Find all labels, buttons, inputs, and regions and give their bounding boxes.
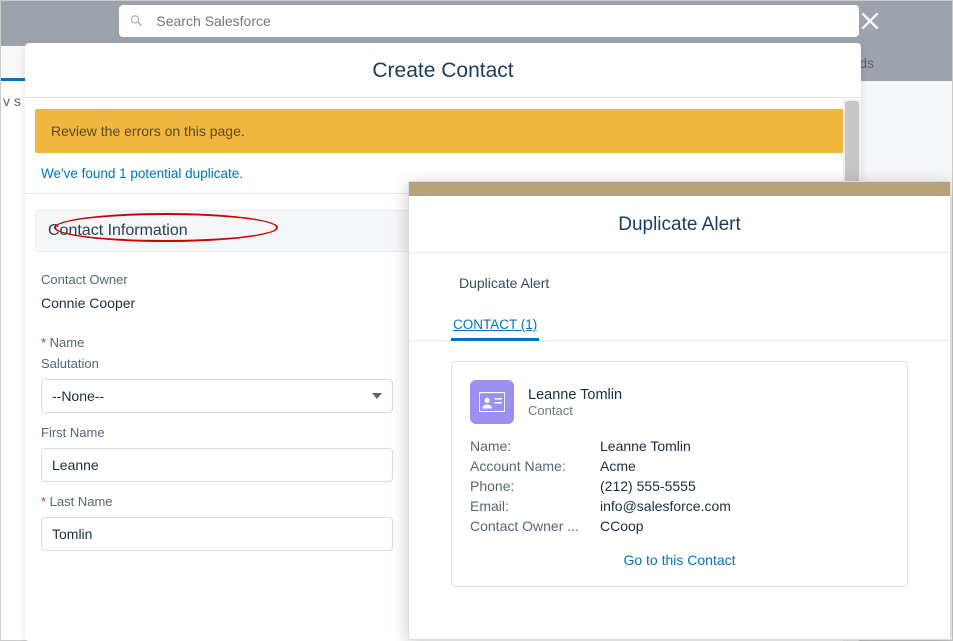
chevron-down-icon	[372, 391, 382, 401]
tab-fragment: ds	[859, 55, 874, 71]
left-fragment: v s	[1, 81, 25, 640]
tab-contact[interactable]: CONTACT (1)	[451, 311, 539, 341]
duplicate-card: Leanne Tomlin Contact Name:Leanne Tomlin…	[451, 361, 908, 587]
field-row: Contact Owner ...CCoop	[470, 518, 889, 534]
search-input[interactable]	[156, 13, 849, 29]
last-name-input[interactable]	[41, 517, 393, 551]
field-row: Account Name:Acme	[470, 458, 889, 474]
modal-title: Create Contact	[25, 43, 861, 97]
search-icon	[129, 13, 144, 29]
duplicate-alert-modal: Duplicate Alert Duplicate Alert CONTACT …	[408, 181, 951, 640]
alert-accent-bar	[409, 182, 950, 196]
card-name: Leanne Tomlin	[528, 387, 622, 403]
contact-icon	[470, 380, 514, 424]
first-name-input[interactable]	[41, 448, 393, 482]
card-object: Contact	[528, 403, 622, 418]
goto-contact-link[interactable]: Go to this Contact	[623, 552, 735, 568]
error-banner: Review the errors on this page.	[35, 109, 851, 153]
global-search[interactable]	[119, 5, 859, 37]
salutation-select[interactable]: --None--	[41, 379, 393, 413]
alert-subtitle: Duplicate Alert	[409, 253, 950, 311]
card-fields: Name:Leanne Tomlin Account Name:Acme Pho…	[470, 438, 889, 534]
divider	[25, 97, 861, 98]
field-row: Phone:(212) 555-5555	[470, 478, 889, 494]
field-row: Name:Leanne Tomlin	[470, 438, 889, 454]
duplicate-link[interactable]: We've found 1 potential duplicate.	[41, 166, 243, 181]
field-row: Email:info@salesforce.com	[470, 498, 889, 514]
close-icon[interactable]	[856, 7, 884, 35]
salutation-value: --None--	[52, 388, 104, 404]
alert-title: Duplicate Alert	[409, 196, 950, 252]
